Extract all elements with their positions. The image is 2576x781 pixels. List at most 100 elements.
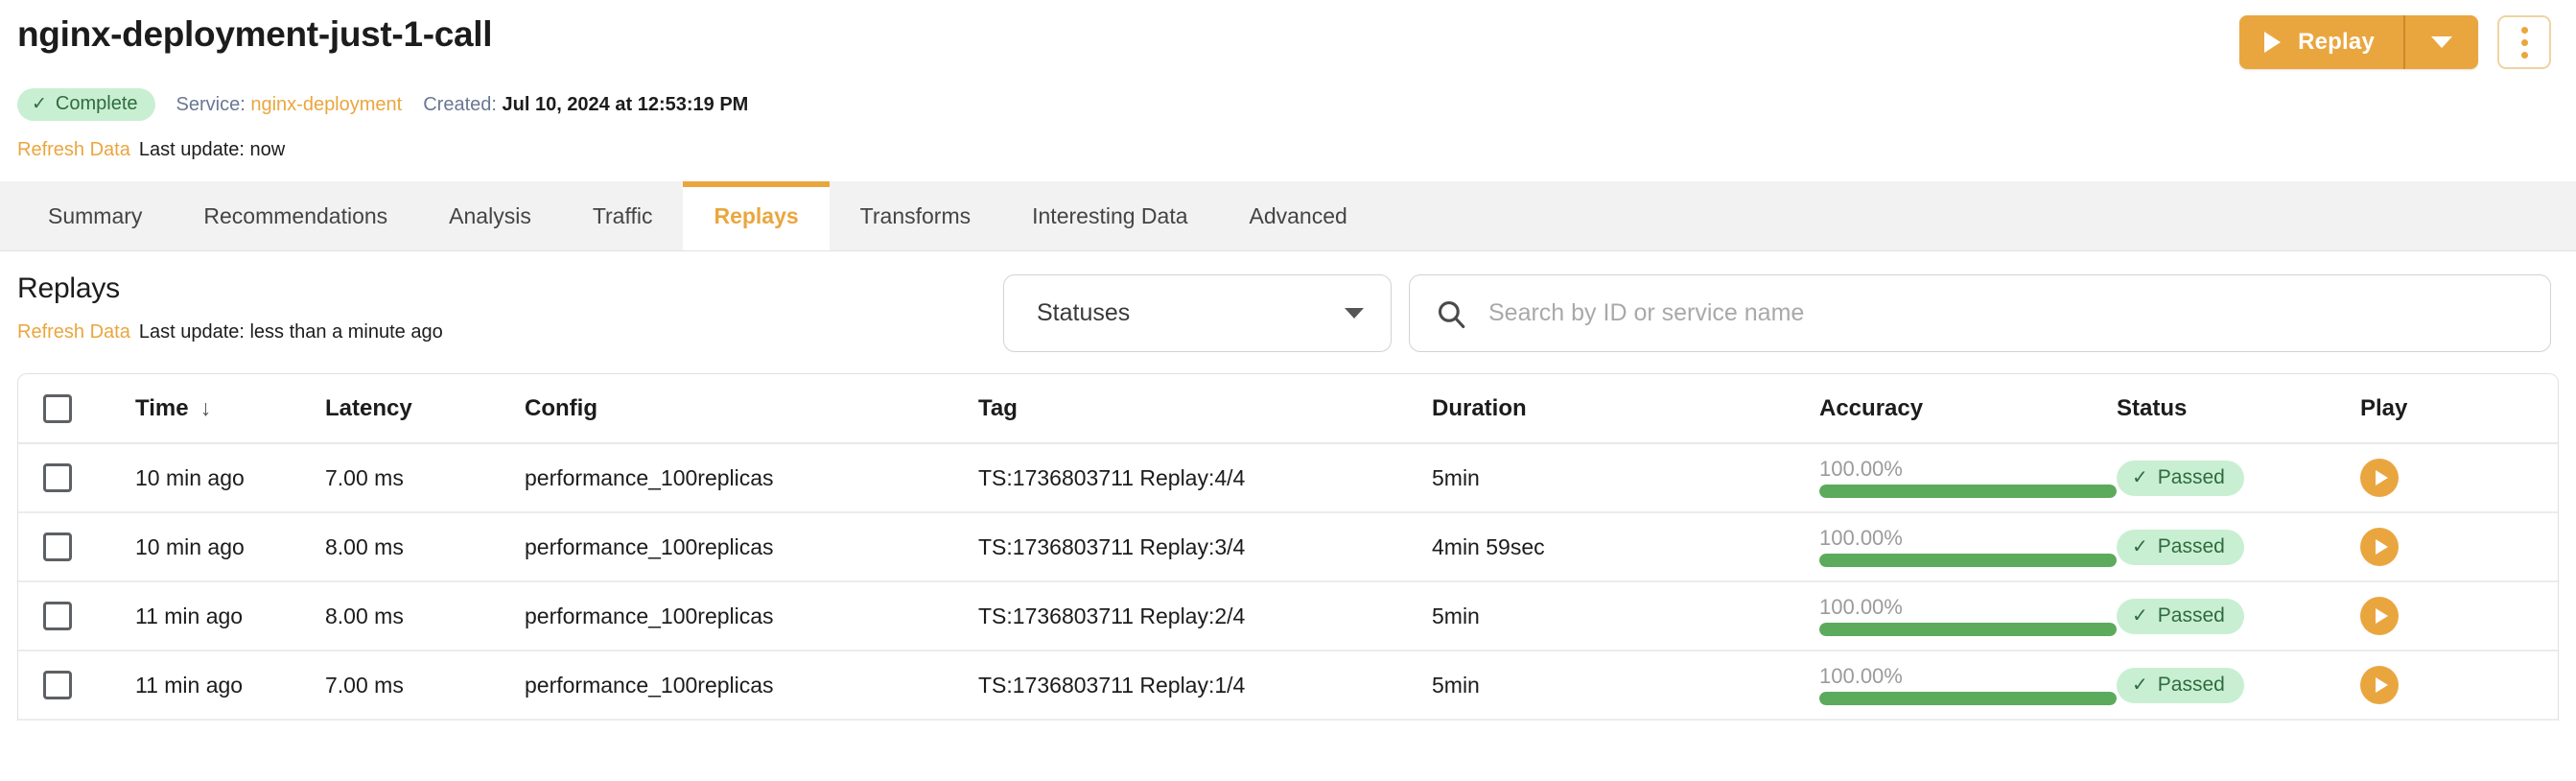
service-link[interactable]: nginx-deployment <box>250 94 402 115</box>
cell-accuracy: 100.00% <box>1819 443 2117 513</box>
title-row: nginx-deployment-just-1-call Replay <box>17 0 2559 69</box>
status-badge-label: Passed <box>2157 534 2225 557</box>
row-checkbox[interactable] <box>43 463 72 492</box>
cell-play <box>2360 443 2558 513</box>
cell-play <box>2360 512 2558 582</box>
play-icon <box>2375 608 2388 624</box>
created-meta: Created: Jul 10, 2024 at 12:53:19 PM <box>423 94 748 116</box>
table-body: 10 min ago 7.00 ms performance_100replic… <box>18 443 2558 721</box>
tab-transforms[interactable]: Transforms <box>830 181 1001 250</box>
col-header-time-label: Time <box>135 394 189 421</box>
cell-latency: 8.00 ms <box>325 581 525 651</box>
row-checkbox[interactable] <box>43 532 72 561</box>
cell-play <box>2360 651 2558 721</box>
check-icon: ✓ <box>32 94 47 114</box>
chevron-down-icon <box>1345 308 1364 319</box>
col-header-latency[interactable]: Latency <box>325 374 525 444</box>
cell-latency: 8.00 ms <box>325 512 525 582</box>
replay-dropdown-button[interactable] <box>2405 15 2478 69</box>
filters: Statuses Search by ID or service name <box>1003 274 2559 352</box>
status-badge-label: Passed <box>2157 673 2225 696</box>
col-header-tag[interactable]: Tag <box>978 374 1432 444</box>
section-refresh-data-link[interactable]: Refresh Data <box>17 321 130 343</box>
cell-time: 10 min ago <box>135 443 325 513</box>
tab-recommendations[interactable]: Recommendations <box>173 181 418 250</box>
search-input[interactable]: Search by ID or service name <box>1488 299 1804 327</box>
search-icon <box>1438 300 1465 328</box>
more-vertical-icon-dot2 <box>2520 38 2528 46</box>
replays-section: Replays Refresh Data Last update: less t… <box>0 251 2576 352</box>
play-button[interactable] <box>2360 528 2399 566</box>
play-button[interactable] <box>2360 666 2399 704</box>
play-button[interactable] <box>2360 459 2399 497</box>
tab-traffic-label: Traffic <box>592 202 653 228</box>
tab-summary[interactable]: Summary <box>17 181 173 250</box>
tab-advanced[interactable]: Advanced <box>1219 181 1378 250</box>
replay-button[interactable]: Replay <box>2239 15 2403 69</box>
play-icon <box>2375 539 2388 555</box>
cell-duration: 5min <box>1432 443 1819 513</box>
cell-status: ✓ Passed <box>2117 651 2360 721</box>
cell-time: 11 min ago <box>135 651 325 721</box>
accuracy-progress-fill <box>1819 554 2117 568</box>
replays-table-container: Time ↓ Latency Config Tag Duration Accur… <box>17 373 2559 721</box>
cell-play <box>2360 581 2558 651</box>
header-refresh-row: Refresh Data Last update: now <box>17 139 2559 161</box>
tab-interesting-data[interactable]: Interesting Data <box>1001 181 1218 250</box>
tab-analysis[interactable]: Analysis <box>418 181 562 250</box>
check-icon: ✓ <box>2132 466 2148 488</box>
section-head-left: Replays Refresh Data Last update: less t… <box>17 272 443 343</box>
check-icon: ✓ <box>2132 604 2148 627</box>
row-checkbox[interactable] <box>43 602 72 630</box>
play-button[interactable] <box>2360 597 2399 635</box>
table-row[interactable]: 11 min ago 7.00 ms performance_100replic… <box>18 651 2558 721</box>
section-last-update-text: Last update: less than a minute ago <box>138 321 443 343</box>
sort-desc-icon: ↓ <box>199 395 212 420</box>
col-header-status[interactable]: Status <box>2117 374 2360 444</box>
replay-button-label: Replay <box>2298 29 2375 55</box>
col-header-time[interactable]: Time ↓ <box>135 374 325 444</box>
replay-split-button[interactable]: Replay <box>2239 15 2478 69</box>
status-badge: ✓ Passed <box>2117 460 2244 496</box>
search-box[interactable]: Search by ID or service name <box>1409 274 2551 352</box>
cell-duration: 4min 59sec <box>1432 512 1819 582</box>
accuracy-value: 100.00% <box>1819 663 1903 688</box>
header-actions: Replay <box>2239 15 2559 69</box>
accuracy-progress-track <box>1819 623 2117 637</box>
cell-status: ✓ Passed <box>2117 443 2360 513</box>
col-header-duration[interactable]: Duration <box>1432 374 1819 444</box>
page-title: nginx-deployment-just-1-call <box>17 14 493 54</box>
created-label: Created: <box>423 93 497 115</box>
col-header-config[interactable]: Config <box>525 374 978 444</box>
page-header: nginx-deployment-just-1-call Replay ✓ Co… <box>0 0 2576 161</box>
status-badge: ✓ Passed <box>2117 667 2244 703</box>
status-badge: ✓ Passed <box>2117 598 2244 634</box>
row-checkbox[interactable] <box>43 671 72 699</box>
tab-advanced-label: Advanced <box>1249 202 1347 228</box>
cell-duration: 5min <box>1432 581 1819 651</box>
section-head: Replays Refresh Data Last update: less t… <box>17 251 2559 352</box>
table-row[interactable]: 10 min ago 7.00 ms performance_100replic… <box>18 443 2558 513</box>
cell-tag: TS:1736803711 Replay:3/4 <box>978 512 1432 582</box>
tab-traffic[interactable]: Traffic <box>562 181 684 250</box>
statuses-select-label: Statuses <box>1037 299 1131 326</box>
chevron-down-icon <box>2431 36 2452 48</box>
tab-replays[interactable]: Replays <box>683 181 830 250</box>
select-all-checkbox[interactable] <box>43 393 72 423</box>
col-header-play: Play <box>2360 374 2558 444</box>
table-row[interactable]: 11 min ago 8.00 ms performance_100replic… <box>18 581 2558 651</box>
more-options-button[interactable] <box>2497 15 2551 69</box>
replays-page: nginx-deployment-just-1-call Replay ✓ Co… <box>0 0 2576 781</box>
check-icon: ✓ <box>2132 674 2148 696</box>
status-badge-label: Passed <box>2157 604 2225 627</box>
cell-accuracy: 100.00% <box>1819 512 2117 582</box>
replays-table: Time ↓ Latency Config Tag Duration Accur… <box>18 374 2558 721</box>
statuses-select[interactable]: Statuses <box>1003 274 1392 352</box>
col-header-accuracy[interactable]: Accuracy <box>1819 374 2117 444</box>
row-select-cell <box>18 581 135 651</box>
meta-row: ✓ Complete Service: nginx-deployment Cre… <box>17 88 2559 121</box>
cell-latency: 7.00 ms <box>325 651 525 721</box>
table-row[interactable]: 10 min ago 8.00 ms performance_100replic… <box>18 512 2558 582</box>
refresh-data-link[interactable]: Refresh Data <box>17 139 130 161</box>
section-refresh-row: Refresh Data Last update: less than a mi… <box>17 321 443 343</box>
